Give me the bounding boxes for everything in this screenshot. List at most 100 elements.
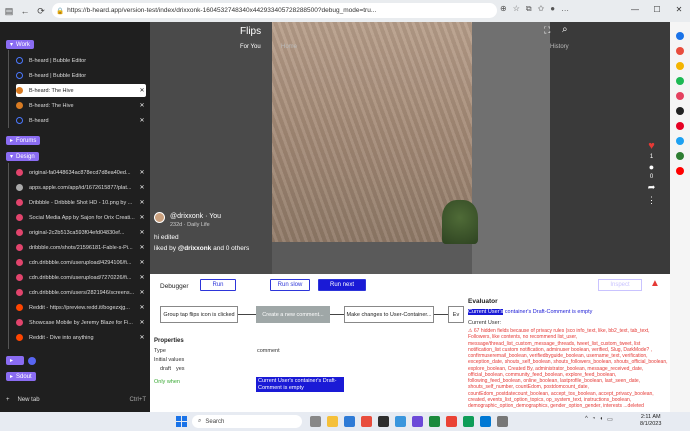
- volume-icon[interactable]: ◖: [599, 416, 603, 423]
- instagram-icon[interactable]: [676, 92, 684, 100]
- close-tab-icon[interactable]: ✕: [138, 244, 146, 251]
- workflow-step[interactable]: Ev: [448, 306, 464, 323]
- close-tab-icon[interactable]: ✕: [138, 304, 146, 311]
- tab-item[interactable]: apps.apple.com/app/id/1672615877/plat...…: [16, 181, 146, 194]
- tab-group-collapsed[interactable]: ▸: [6, 356, 24, 365]
- condition-expression[interactable]: Current User's container's Draft-Comment…: [256, 377, 344, 392]
- app-icon[interactable]: [378, 416, 389, 427]
- warning-icon[interactable]: ▲: [650, 278, 660, 289]
- maximize-icon[interactable]: ☐: [646, 0, 668, 18]
- avatar[interactable]: [154, 212, 165, 223]
- tab-item[interactable]: original-2c2b513ca593f04efd04830ef... ✕: [16, 226, 146, 239]
- run-button[interactable]: Run: [200, 279, 236, 291]
- tab-item[interactable]: Reddit - https://preview.redd.it/bogezxj…: [16, 301, 146, 314]
- reload-icon[interactable]: ⟳: [34, 4, 48, 18]
- tab-group-work[interactable]: ▾ Work: [6, 40, 34, 49]
- tab-item[interactable]: Showcase Mobile by Jeremy Blaze for Fi..…: [16, 316, 146, 329]
- spotify-icon[interactable]: [676, 77, 684, 85]
- minimize-icon[interactable]: —: [624, 0, 646, 18]
- tab-item[interactable]: Reddit - Dive into anything ✕: [16, 331, 146, 344]
- tab-item[interactable]: B-heard: The Hive ✕: [16, 99, 146, 112]
- zoom-icon[interactable]: ⊕: [500, 4, 507, 14]
- close-tab-icon[interactable]: ✕: [138, 117, 146, 124]
- discord-icon[interactable]: [28, 357, 36, 365]
- tab-group-forums[interactable]: ▸ Forums: [6, 136, 41, 145]
- app-icon[interactable]: [412, 416, 423, 427]
- wifi-icon[interactable]: ◔: [592, 416, 596, 423]
- search-app-icon[interactable]: [676, 32, 684, 40]
- app-icon[interactable]: [676, 152, 684, 160]
- close-tab-icon[interactable]: ✕: [138, 87, 146, 94]
- close-tab-icon[interactable]: ✕: [138, 319, 146, 326]
- file-explorer-icon[interactable]: [327, 416, 338, 427]
- app-icon[interactable]: [676, 47, 684, 55]
- favorite-icon[interactable]: ☆: [513, 4, 520, 14]
- close-tab-icon[interactable]: ✕: [138, 289, 146, 296]
- inspect-button[interactable]: Inspect: [598, 279, 642, 291]
- workflow-step[interactable]: Make changes to User-Container...: [344, 306, 434, 323]
- windows-start-icon[interactable]: [176, 416, 187, 427]
- tab-item[interactable]: dribbble.com/shots/21596181-Fable-s-Pi..…: [16, 241, 146, 254]
- tab-item-active[interactable]: B-heard: The Hive ✕: [16, 84, 146, 97]
- tab-item[interactable]: cdn.dribbble.com/userupload/4294106/fi..…: [16, 256, 146, 269]
- close-tab-icon[interactable]: ✕: [138, 214, 146, 221]
- battery-icon[interactable]: ▭: [607, 416, 613, 423]
- profile-icon[interactable]: ●: [550, 4, 555, 14]
- close-tab-icon[interactable]: ✕: [138, 229, 146, 236]
- more-icon[interactable]: …: [561, 4, 569, 14]
- tab-group-sdout[interactable]: ▸ Sdout: [6, 372, 36, 381]
- close-tab-icon[interactable]: ✕: [138, 169, 146, 176]
- tab-item[interactable]: B-heard ✕: [16, 114, 146, 127]
- expand-icon[interactable]: ⛶: [544, 25, 550, 36]
- edge-icon[interactable]: [344, 416, 355, 427]
- app-icon[interactable]: [395, 416, 406, 427]
- extensions-icon[interactable]: ⧉: [526, 4, 532, 14]
- app-icon[interactable]: [429, 416, 440, 427]
- app-icon[interactable]: [497, 416, 508, 427]
- tab-home[interactable]: Home: [281, 44, 297, 50]
- close-tab-icon[interactable]: ✕: [138, 199, 146, 206]
- tab-item[interactable]: cdn.dribbble.com/userupload/7270226/fi..…: [16, 271, 146, 284]
- new-tab-button[interactable]: + New tab Ctrl+T: [6, 397, 146, 403]
- taskbar-search[interactable]: ⌕ Search: [192, 415, 302, 428]
- tab-item[interactable]: Social Media App by Sajon for Orix Creat…: [16, 211, 146, 224]
- comment-icon[interactable]: ●: [649, 162, 654, 172]
- favorites-icon[interactable]: ✩: [538, 4, 545, 14]
- search-icon[interactable]: ⌕: [562, 24, 568, 35]
- youtube-icon[interactable]: [676, 167, 684, 175]
- address-bar[interactable]: 🔒 https://b-heard.app/version-test/index…: [52, 3, 497, 18]
- sidebar-toggle-icon[interactable]: ▤: [2, 4, 16, 18]
- tab-for-you[interactable]: For You: [240, 44, 261, 50]
- close-tab-icon[interactable]: ✕: [138, 334, 146, 341]
- workflow-step-active[interactable]: Create a new comment...: [256, 306, 330, 323]
- app-icon[interactable]: [446, 416, 457, 427]
- close-tab-icon[interactable]: ✕: [138, 102, 146, 109]
- close-tab-icon[interactable]: ✕: [138, 274, 146, 281]
- app-icon[interactable]: [676, 62, 684, 70]
- close-window-icon[interactable]: ✕: [668, 0, 690, 18]
- evaluator-expression[interactable]: Current User's container's Draft-Comment…: [468, 309, 668, 315]
- tab-item[interactable]: B-heard | Bubble Editor: [16, 69, 146, 82]
- tab-item[interactable]: cdn.dribbble.com/users/2821946/screens..…: [16, 286, 146, 299]
- tab-item[interactable]: original-fa0448634ac878ecd7d8ea40ed... ✕: [16, 166, 146, 179]
- pinterest-icon[interactable]: [676, 122, 684, 130]
- run-next-button[interactable]: Run next: [318, 279, 366, 291]
- workflow-step[interactable]: Group tap flips icon is clicked: [160, 306, 238, 323]
- twitter-icon[interactable]: [676, 137, 684, 145]
- app-icon[interactable]: [463, 416, 474, 427]
- tab-item[interactable]: Dribbble - Dribbble Shot HD - 10.png by …: [16, 196, 146, 209]
- close-tab-icon[interactable]: ✕: [138, 259, 146, 266]
- app-icon[interactable]: [480, 416, 491, 427]
- back-icon[interactable]: ←: [18, 4, 32, 18]
- post-username[interactable]: @drixxonk · You: [170, 213, 221, 220]
- app-icon[interactable]: [361, 416, 372, 427]
- more-vertical-icon[interactable]: ⋮: [647, 195, 656, 206]
- highlighted-term[interactable]: Current User's: [468, 309, 504, 315]
- heart-icon[interactable]: ♥: [648, 140, 655, 152]
- bubble-app-icon[interactable]: [676, 107, 684, 115]
- run-slow-button[interactable]: Run slow: [270, 279, 310, 291]
- chevron-up-icon[interactable]: ^: [585, 416, 588, 423]
- tab-history[interactable]: History: [550, 44, 569, 50]
- clock[interactable]: 2:11 AM 8/1/2023: [640, 414, 661, 428]
- tab-group-design[interactable]: ▾ Design: [6, 152, 39, 161]
